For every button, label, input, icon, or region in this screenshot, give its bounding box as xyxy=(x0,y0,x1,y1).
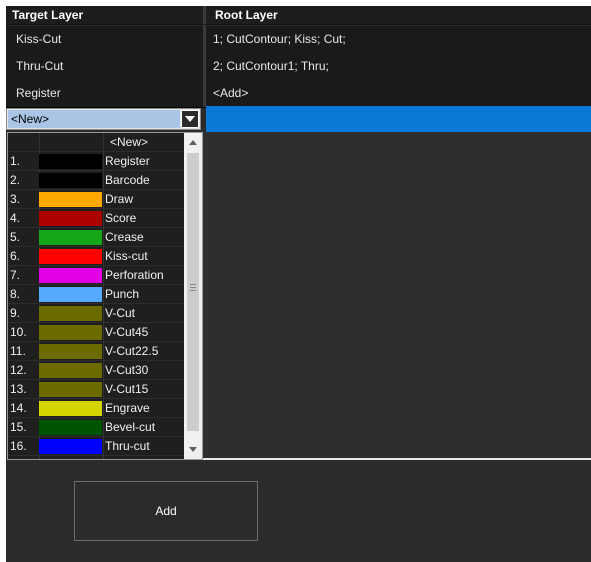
dropdown-item-label: V-Cut30 xyxy=(105,363,149,377)
dropdown-item-number: 10. xyxy=(10,325,27,339)
color-swatch xyxy=(39,382,102,397)
grid-empty-area xyxy=(203,132,591,458)
dropdown-item-number: 12. xyxy=(10,363,27,377)
dropdown-item[interactable]: 3. Draw xyxy=(8,190,184,209)
color-swatch xyxy=(39,211,102,226)
color-swatch xyxy=(39,420,102,435)
dropdown-item-number: 1. xyxy=(10,154,21,168)
dropdown-item-label: Draw xyxy=(105,192,134,206)
dropdown-item-number: 6. xyxy=(10,249,21,263)
dropdown-item-label: <New> xyxy=(110,135,149,149)
dropdown-item-number: 3. xyxy=(10,192,21,206)
color-swatch xyxy=(39,192,102,207)
table-row[interactable]: Kiss-Cut 1; CutContour; Kiss; Cut; xyxy=(6,26,591,54)
dropdown-item[interactable]: 6. Kiss-cut xyxy=(8,247,184,266)
color-swatch xyxy=(39,325,102,340)
color-swatch xyxy=(39,344,102,359)
dropdown-item-number: 9. xyxy=(10,306,21,320)
dropdown-item-label: Kiss-cut xyxy=(105,249,148,263)
color-swatch xyxy=(39,268,102,283)
dropdown-item-number: 11. xyxy=(10,344,26,358)
dropdown-item[interactable]: 4. Score xyxy=(8,209,184,228)
dropdown-item-label: Register xyxy=(105,154,150,168)
dropdown-item[interactable]: 7. Perforation xyxy=(8,266,184,285)
dropdown-item-number: 2. xyxy=(10,173,21,187)
dropdown-item-label: Perforation xyxy=(105,268,164,282)
dropdown-item-number: 8. xyxy=(10,287,21,301)
dropdown-item[interactable]: 12. V-Cut30 xyxy=(8,361,184,380)
dropdown-item-number: 15. xyxy=(10,420,27,434)
color-swatch xyxy=(39,306,102,321)
target-layer-cell[interactable]: Register xyxy=(6,80,203,107)
dropdown-item[interactable]: 15. Bevel-cut xyxy=(8,418,184,437)
dropdown-item-label: Thru-cut xyxy=(105,439,150,453)
table-row[interactable]: Register <Add> xyxy=(6,80,591,108)
dropdown-item-number: 5. xyxy=(10,230,21,244)
target-layer-cell[interactable]: Kiss-Cut xyxy=(6,26,203,53)
dropdown-item-new[interactable]: <New> xyxy=(8,133,184,152)
target-layer-combobox[interactable]: <New> xyxy=(6,108,201,130)
chevron-down-icon[interactable] xyxy=(181,110,199,128)
dropdown-item-label: V-Cut22.5 xyxy=(105,344,159,358)
dropdown-item[interactable]: 14. Engrave xyxy=(8,399,184,418)
dropdown-item-number: 14. xyxy=(10,401,27,415)
root-layer-cell[interactable]: 1; CutContour; Kiss; Cut; xyxy=(203,26,591,53)
scroll-down-icon[interactable] xyxy=(189,447,197,452)
dropdown-item-number: 7. xyxy=(10,268,21,282)
scrollbar[interactable] xyxy=(184,133,202,459)
header-target-layer[interactable]: Target Layer xyxy=(6,6,203,25)
dropdown-item-label: Score xyxy=(105,211,137,225)
grip-line xyxy=(190,290,196,291)
dropdown-item[interactable]: 11. V-Cut22.5 xyxy=(8,342,184,361)
dropdown-item[interactable]: 8. Punch xyxy=(8,285,184,304)
dropdown-item-label: Engrave xyxy=(105,401,150,415)
color-swatch xyxy=(39,173,102,188)
root-layer-cell[interactable]: 2; CutContour1; Thru; xyxy=(203,53,591,80)
dropdown-item[interactable]: 9. V-Cut xyxy=(8,304,184,323)
grip-line xyxy=(190,287,196,288)
color-swatch xyxy=(39,154,102,169)
bottom-panel: Add xyxy=(6,460,591,562)
dropdown-item-number: 16. xyxy=(10,439,27,453)
color-swatch xyxy=(39,363,102,378)
layer-mapping-panel: Target Layer Root Layer Kiss-Cut 1; CutC… xyxy=(6,6,591,562)
dropdown-item[interactable]: 10. V-Cut45 xyxy=(8,323,184,342)
dropdown-item[interactable]: 13. V-Cut15 xyxy=(8,380,184,399)
dropdown-item[interactable]: 5. Crease xyxy=(8,228,184,247)
dropdown-item[interactable]: 16. Thru-cut xyxy=(8,437,184,456)
dropdown-item[interactable]: 2. Barcode xyxy=(8,171,184,190)
table-row[interactable]: Thru-Cut 2; CutContour1; Thru; xyxy=(6,53,591,81)
dropdown-item-number: 13. xyxy=(10,382,27,396)
selected-row-root-cell[interactable] xyxy=(206,106,591,132)
dropdown-item-label: V-Cut45 xyxy=(105,325,149,339)
dropdown-item-label: V-Cut15 xyxy=(105,382,149,396)
color-swatch xyxy=(39,401,102,416)
dropdown-item-label: V-Cut xyxy=(105,306,136,320)
scroll-thumb[interactable] xyxy=(187,153,199,431)
root-layer-cell[interactable]: <Add> xyxy=(203,80,591,107)
dropdown-item-label: Bevel-cut xyxy=(105,420,156,434)
dropdown-item[interactable]: 1. Register xyxy=(8,152,184,171)
header-root-layer[interactable]: Root Layer xyxy=(203,6,591,25)
dropdown-item-label: Punch xyxy=(105,287,140,301)
scroll-up-icon[interactable] xyxy=(189,140,197,145)
combobox-value[interactable]: <New> xyxy=(8,110,180,128)
grip-line xyxy=(190,284,196,285)
color-swatch xyxy=(39,249,102,264)
dropdown-item-label: Crease xyxy=(105,230,144,244)
add-button[interactable]: Add xyxy=(74,481,258,541)
dropdown-item-label: Barcode xyxy=(105,173,150,187)
target-layer-cell[interactable]: Thru-Cut xyxy=(6,53,203,80)
color-swatch xyxy=(39,287,102,302)
dropdown-item-number: 4. xyxy=(10,211,21,225)
layer-dropdown-list[interactable]: <New> 1. Register 2. Barcode 3. Draw 4. Score 5.… xyxy=(7,132,203,460)
color-swatch xyxy=(39,439,102,454)
color-swatch xyxy=(39,230,102,245)
